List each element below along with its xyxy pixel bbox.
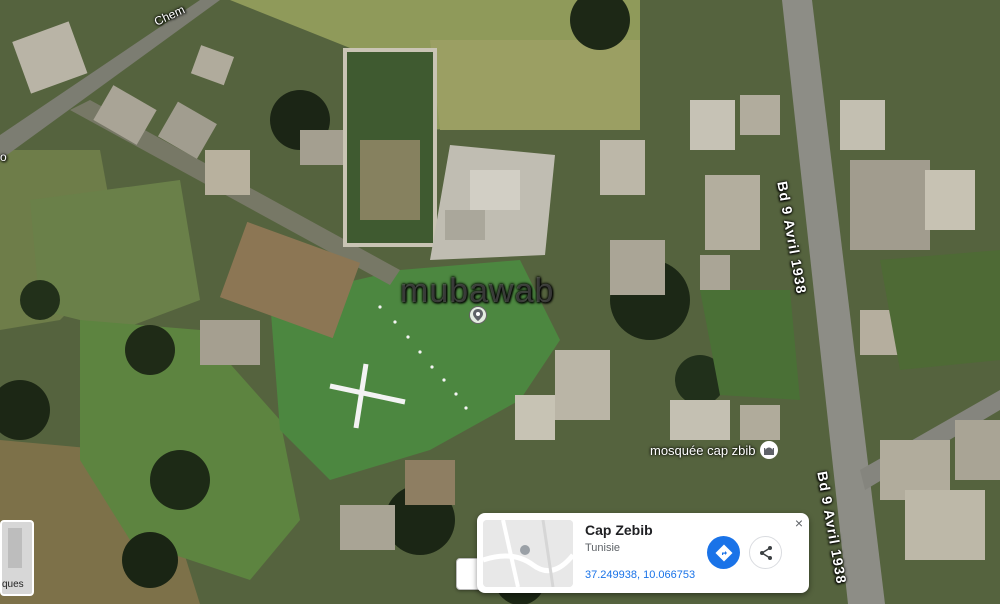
mosque-icon: [759, 441, 778, 459]
share-icon: [759, 545, 772, 560]
place-coordinates[interactable]: 37.249938, 10.066753: [585, 569, 695, 581]
place-info-card[interactable]: Cap Zebib Tunisie 37.249938, 10.066753 ×: [477, 513, 809, 593]
poi-mosque-cap-zbib[interactable]: mosquée cap zbib: [650, 441, 778, 459]
place-pin-icon[interactable]: [469, 306, 487, 324]
place-country: Tunisie: [585, 542, 621, 554]
close-icon[interactable]: ×: [795, 515, 803, 531]
place-title: Cap Zebib: [585, 522, 653, 538]
place-thumbnail-map[interactable]: [483, 520, 573, 587]
thumbnail-image: [8, 528, 22, 568]
directions-button[interactable]: [707, 536, 740, 569]
road-label-left-edge: o: [0, 150, 7, 164]
poi-label: mosquée cap zbib: [650, 442, 756, 458]
left-photo-thumbnail[interactable]: ques: [0, 520, 34, 596]
directions-icon: [715, 544, 732, 561]
share-button[interactable]: [749, 536, 782, 569]
thumbnail-label: ques: [2, 579, 24, 590]
satellite-map[interactable]: mubawab Chem o Bd 9 Avril 1938 Bd 9 Avri…: [0, 0, 1000, 604]
